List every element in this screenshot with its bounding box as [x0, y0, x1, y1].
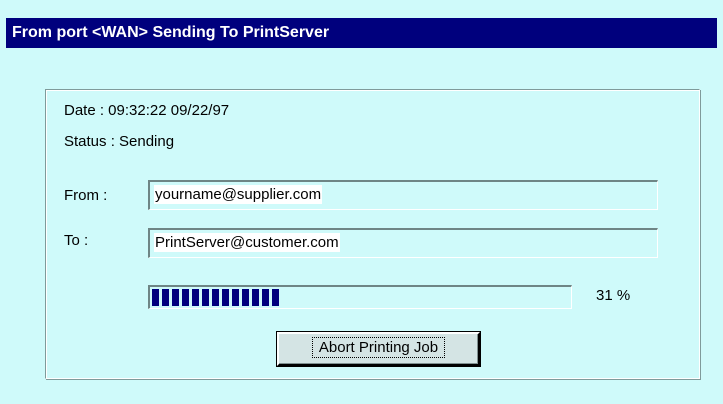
to-label: To : [64, 232, 89, 249]
from-label: From : [64, 187, 108, 204]
to-field[interactable]: PrintServer@customer.com [148, 228, 658, 258]
progress-fill [152, 289, 282, 306]
to-value: PrintServer@customer.com [154, 233, 340, 252]
from-value: yourname@supplier.com [154, 185, 323, 204]
progress-bar [148, 285, 572, 309]
window-title[interactable]: From port <WAN> Sending To PrintServer [6, 18, 717, 48]
sending-dialog: From port <WAN> Sending To PrintServer D… [0, 0, 723, 404]
progress-track [152, 289, 569, 306]
status-text: Status : Sending [64, 133, 175, 150]
progress-percent: 31 % [596, 287, 631, 304]
from-field[interactable]: yourname@supplier.com [148, 180, 658, 210]
date-text: Date : 09:32:22 09/22/97 [64, 102, 230, 119]
abort-printing-job-button[interactable]: Abort Printing Job [276, 331, 481, 367]
abort-button-label: Abort Printing Job [311, 337, 446, 358]
